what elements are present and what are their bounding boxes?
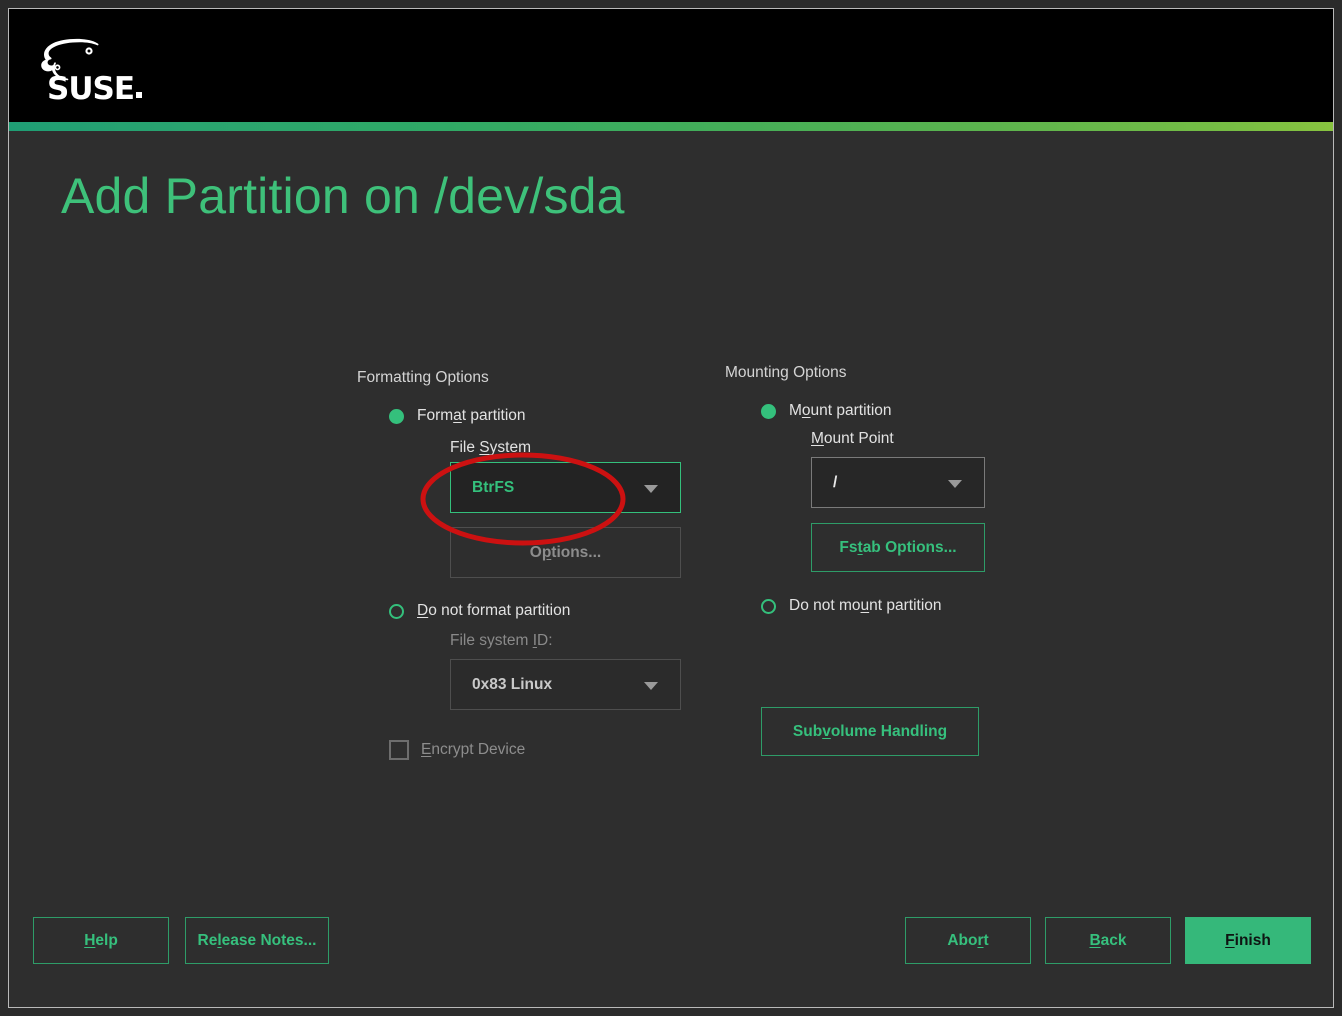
brand-separator — [9, 122, 1333, 131]
filesystem-value: BtrFS — [451, 479, 514, 497]
release-notes-button[interactable]: Release Notes... — [185, 917, 329, 964]
back-button[interactable]: Back — [1045, 917, 1171, 964]
format-options-button: Options... — [450, 527, 681, 578]
suse-chameleon-logo: SUSE — [33, 37, 183, 105]
installer-window: SUSE Add Partition on /dev/sda Formattin… — [8, 8, 1334, 1008]
do-not-format-partition-label: Do not format partition — [417, 602, 570, 620]
checkbox-indicator-unchecked — [389, 740, 409, 760]
radio-indicator-unselected — [389, 604, 404, 619]
radio-indicator-selected — [389, 409, 404, 424]
fstab-options-button[interactable]: Fstab Options... — [811, 523, 985, 572]
abort-button[interactable]: Abort — [905, 917, 1031, 964]
header-bar: SUSE — [9, 9, 1333, 122]
encrypt-device-checkbox: Encrypt Device — [389, 740, 525, 760]
mount-point-combobox[interactable]: / — [811, 457, 985, 508]
dialog-content: Formatting Options Format partition File… — [9, 339, 1333, 899]
format-partition-radio[interactable]: Format partition — [389, 407, 526, 425]
chevron-down-icon — [644, 682, 658, 690]
do-not-format-partition-radio[interactable]: Do not format partition — [389, 602, 570, 620]
help-button[interactable]: Help — [33, 917, 169, 964]
file-system-id-value: 0x83 Linux — [451, 676, 552, 694]
mount-partition-radio[interactable]: Mount partition — [761, 402, 892, 420]
radio-indicator-selected — [761, 404, 776, 419]
format-partition-label: Format partition — [417, 407, 526, 425]
radio-indicator-unselected — [761, 599, 776, 614]
file-system-label: File System — [450, 439, 531, 457]
mount-point-value: / — [812, 474, 837, 492]
filesystem-combobox[interactable]: BtrFS — [450, 462, 681, 513]
chevron-down-icon — [948, 480, 962, 488]
file-system-id-label: File system ID: — [450, 632, 553, 650]
do-not-mount-partition-label: Do not mount partition — [789, 597, 942, 615]
do-not-mount-partition-radio[interactable]: Do not mount partition — [761, 597, 942, 615]
dialog-button-bar: Help Release Notes... Abort Back Finish — [9, 897, 1333, 1007]
subvolume-handling-button[interactable]: Subvolume Handling — [761, 707, 979, 756]
mount-point-label: Mount Point — [811, 430, 894, 448]
svg-text:SUSE: SUSE — [47, 71, 134, 105]
mount-partition-label: Mount partition — [789, 402, 892, 420]
encrypt-device-label: Encrypt Device — [421, 741, 525, 759]
chevron-down-icon — [644, 485, 658, 493]
formatting-options-label: Formatting Options — [357, 369, 489, 387]
mounting-options-label: Mounting Options — [725, 364, 847, 382]
finish-button[interactable]: Finish — [1185, 917, 1311, 964]
page-title: Add Partition on /dev/sda — [61, 167, 625, 225]
file-system-id-combobox: 0x83 Linux — [450, 659, 681, 710]
